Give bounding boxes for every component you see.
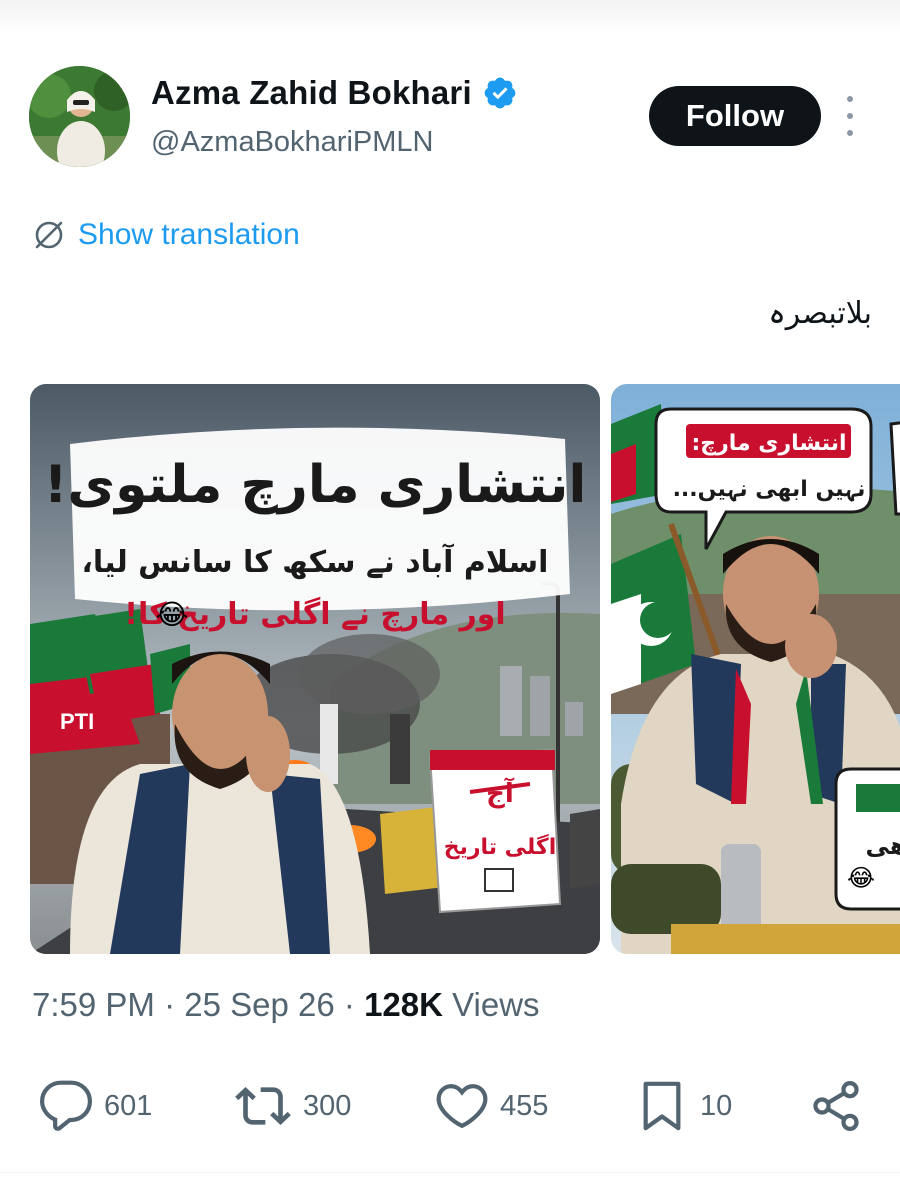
calendar-bottom-text: اگلی تاریخ [444, 833, 557, 860]
meta-separator: · [164, 986, 176, 1023]
side-bubble-text: ھی [866, 832, 900, 860]
media-image-1-art: PTI آج اگلی تاریخ انتشاری مارچ ملتوی! اس… [30, 384, 600, 954]
meta-separator: · [343, 986, 355, 1023]
avatar-image [29, 66, 130, 167]
bubble-line-1: انتشاری مارچ: [691, 431, 846, 456]
repost-count: 300 [303, 1089, 352, 1122]
reply-count: 601 [104, 1089, 153, 1122]
tweet-date[interactable]: 25 Sep 26 [184, 986, 334, 1023]
reply-button[interactable]: 601 [38, 1078, 152, 1134]
divider [0, 1172, 900, 1173]
media-image-2-art: انتشاری مارچ: نہیں ابھی نہیں... ھی 😂 [611, 384, 900, 954]
calendar-top-text: آج [486, 777, 515, 809]
reply-icon [39, 1080, 93, 1131]
media-image-2[interactable]: انتشاری مارچ: نہیں ابھی نہیں... ھی 😂 [611, 384, 900, 954]
top-bar-fade [0, 0, 900, 36]
show-translation-link[interactable]: Show translation [32, 218, 300, 252]
tweet-meta: 7:59 PM · 25 Sep 26 · 128K Views [32, 986, 540, 1024]
follow-button[interactable]: Follow [649, 86, 821, 146]
globe-slash-icon [35, 221, 63, 249]
verified-badge-icon [484, 77, 516, 109]
repost-icon [235, 1087, 291, 1125]
share-button[interactable] [808, 1078, 864, 1134]
like-button[interactable]: 455 [434, 1078, 548, 1134]
heart-icon [436, 1084, 488, 1129]
show-translation-label[interactable]: Show translation [78, 218, 300, 252]
tweet-time[interactable]: 7:59 PM [32, 986, 155, 1023]
avatar[interactable] [29, 66, 130, 167]
views-count: 128K [364, 986, 443, 1023]
bookmark-button[interactable]: 10 [634, 1078, 732, 1134]
author-name-row[interactable]: Azma Zahid Bokhari [151, 74, 518, 112]
bubble-line-2: نہیں ابھی نہیں... [673, 477, 866, 502]
calendar-icon: آج اگلی تاریخ [428, 748, 562, 914]
action-bar: 601 300 455 10 [0, 1078, 900, 1134]
laughing-emoji-icon: 😂 [156, 599, 189, 630]
tweet-text: بلاتبصرہ [768, 296, 872, 331]
like-count: 455 [500, 1089, 549, 1122]
media-subline-1: اسلام آباد نے سکھ کا سانس لیا، [82, 543, 549, 580]
media-headline: انتشاری مارچ ملتوی! [44, 455, 587, 515]
repost-button[interactable]: 300 [233, 1078, 351, 1134]
media-image-1[interactable]: PTI آج اگلی تاریخ انتشاری مارچ ملتوی! اس… [30, 384, 600, 954]
views-label: Views [452, 986, 540, 1023]
laughing-emoji-icon: 😂 [847, 865, 875, 892]
share-icon [813, 1081, 859, 1131]
bookmark-icon [643, 1081, 681, 1131]
more-options-icon[interactable] [836, 96, 864, 136]
bookmark-count: 10 [700, 1089, 733, 1122]
author-name[interactable]: Azma Zahid Bokhari [151, 74, 472, 112]
flag-text: PTI [60, 709, 94, 734]
author-handle[interactable]: @AzmaBokhariPMLN [151, 126, 433, 159]
